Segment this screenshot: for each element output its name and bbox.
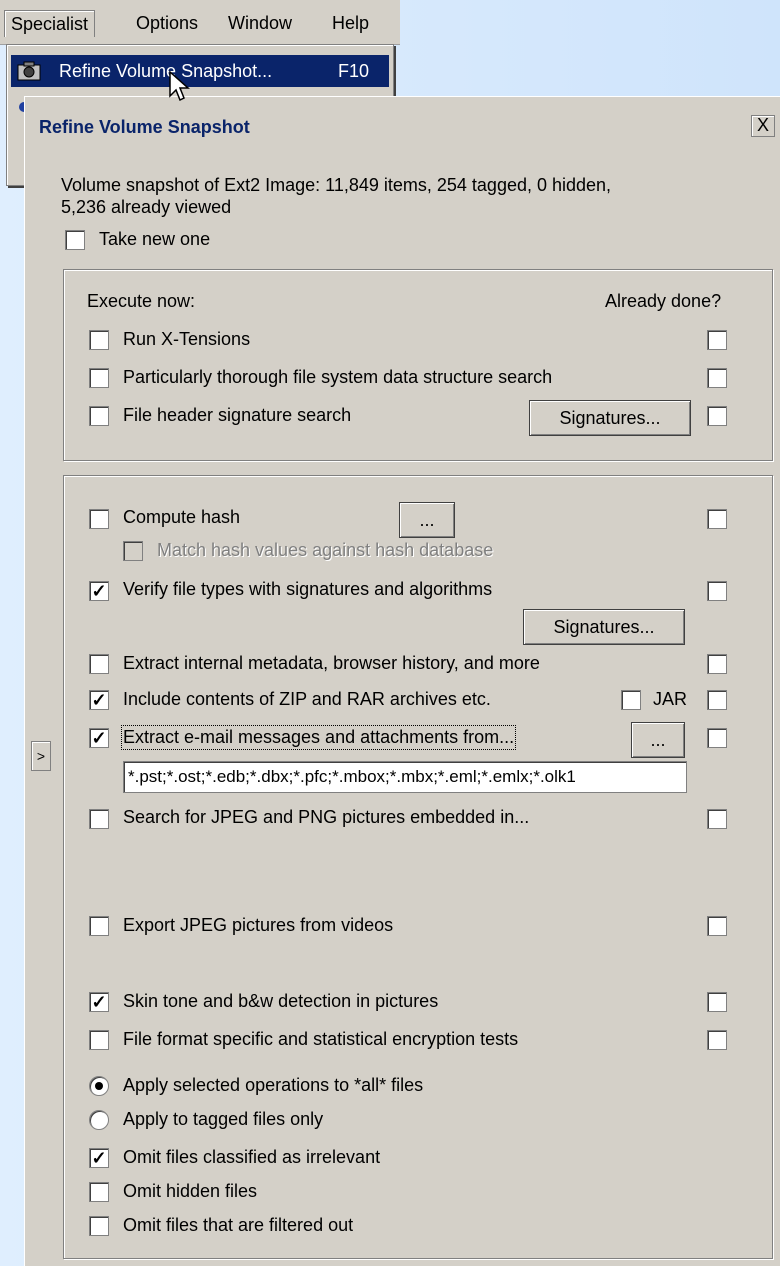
dialog-title-bar: Refine Volume Snapshot X	[25, 97, 780, 153]
snapshot-info-line2: 5,236 already viewed	[61, 197, 232, 217]
apply-tagged-label: Apply to tagged files only	[123, 1109, 324, 1129]
export-jpeg-label: Export JPEG pictures from videos	[123, 915, 394, 935]
extract-email-checkbox[interactable]: ✓	[89, 728, 109, 748]
menu-item-label: Refine Volume Snapshot...	[59, 61, 273, 81]
thorough-search-checkbox[interactable]	[89, 368, 109, 388]
export-jpeg-checkbox[interactable]	[89, 916, 109, 936]
match-hash-checkbox[interactable]	[123, 541, 143, 561]
already-done-heading: Already done?	[605, 291, 722, 311]
export-jpeg-done-checkbox[interactable]	[707, 916, 727, 936]
verify-file-types-label: Verify file types with signatures and al…	[123, 579, 493, 599]
thorough-search-label: Particularly thorough file system data s…	[123, 367, 553, 387]
file-header-signature-label: File header signature search	[123, 405, 352, 425]
omit-irrelevant-label: Omit files classified as irrelevant	[123, 1147, 381, 1167]
thorough-search-done-checkbox[interactable]	[707, 368, 727, 388]
menu-help[interactable]: Help	[326, 10, 375, 36]
execute-now-heading: Execute now:	[87, 291, 196, 311]
menu-item-refine-volume-snapshot[interactable]: Refine Volume Snapshot... F10	[11, 55, 389, 87]
skin-tone-label: Skin tone and b&w detection in pictures	[123, 991, 439, 1011]
encryption-tests-label: File format specific and statistical enc…	[123, 1029, 519, 1049]
omit-filtered-checkbox[interactable]	[89, 1216, 109, 1236]
encryption-tests-done-checkbox[interactable]	[707, 1030, 727, 1050]
close-button[interactable]: X	[751, 115, 775, 137]
omit-hidden-checkbox[interactable]	[89, 1182, 109, 1202]
search-jpeg-label: Search for JPEG and PNG pictures embedde…	[123, 807, 530, 827]
search-jpeg-checkbox[interactable]	[89, 809, 109, 829]
match-hash-label: Match hash values against hash database	[157, 540, 494, 560]
omit-filtered-label: Omit files that are filtered out	[123, 1215, 354, 1235]
verify-file-types-checkbox[interactable]: ✓	[89, 581, 109, 601]
menu-window[interactable]: Window	[222, 10, 298, 36]
apply-all-radio[interactable]	[89, 1076, 109, 1096]
menu-options[interactable]: Options	[130, 10, 204, 36]
menu-bar: Specialist Options Window Help	[0, 0, 400, 45]
extract-email-options-button[interactable]: ...	[631, 722, 685, 758]
jar-label: JAR	[653, 689, 688, 709]
email-patterns-input[interactable]: *.pst;*.ost;*.edb;*.dbx;*.pfc;*.mbox;*.m…	[123, 761, 687, 793]
skin-tone-checkbox[interactable]: ✓	[89, 992, 109, 1012]
file-header-signature-checkbox[interactable]	[89, 406, 109, 426]
compute-hash-checkbox[interactable]	[89, 509, 109, 529]
compute-hash-options-button[interactable]: ...	[399, 502, 455, 538]
refine-volume-snapshot-dialog: Refine Volume Snapshot X Volume snapshot…	[24, 96, 780, 1266]
extract-email-done-checkbox[interactable]	[707, 728, 727, 748]
verify-signatures-button[interactable]: Signatures...	[523, 609, 685, 645]
omit-irrelevant-checkbox[interactable]: ✓	[89, 1148, 109, 1168]
search-jpeg-done-checkbox[interactable]	[707, 809, 727, 829]
compute-hash-label: Compute hash	[123, 507, 241, 527]
run-xtensions-label: Run X-Tensions	[123, 329, 251, 349]
menu-item-shortcut: F10	[337, 61, 369, 81]
encryption-tests-checkbox[interactable]	[89, 1030, 109, 1050]
dialog-title: Refine Volume Snapshot	[39, 117, 250, 137]
apply-tagged-radio[interactable]	[89, 1110, 109, 1130]
run-xtensions-checkbox[interactable]	[89, 330, 109, 350]
take-new-checkbox[interactable]	[65, 230, 85, 250]
extract-metadata-checkbox[interactable]	[89, 654, 109, 674]
take-new-label: Take new one	[99, 229, 211, 249]
signatures-button[interactable]: Signatures...	[529, 400, 691, 436]
jar-checkbox[interactable]	[621, 690, 641, 710]
extract-email-label: Extract e-mail messages and attachments …	[120, 725, 517, 750]
skin-tone-done-checkbox[interactable]	[707, 992, 727, 1012]
expand-panel-button[interactable]: >	[31, 741, 51, 771]
run-xtensions-done-checkbox[interactable]	[707, 330, 727, 350]
include-zip-checkbox[interactable]: ✓	[89, 690, 109, 710]
verify-file-types-done-checkbox[interactable]	[707, 581, 727, 601]
mouse-pointer-icon	[169, 70, 190, 102]
include-zip-label: Include contents of ZIP and RAR archives…	[123, 689, 491, 709]
apply-all-label: Apply selected operations to *all* files	[123, 1075, 424, 1095]
camera-icon	[17, 61, 41, 81]
omit-hidden-label: Omit hidden files	[123, 1181, 258, 1201]
compute-hash-done-checkbox[interactable]	[707, 509, 727, 529]
radio-dot	[95, 1082, 103, 1090]
snapshot-info-line1: Volume snapshot of Ext2 Image: 11,849 it…	[61, 175, 612, 195]
file-header-signature-done-checkbox[interactable]	[707, 406, 727, 426]
include-zip-done-checkbox[interactable]	[707, 690, 727, 710]
extract-metadata-done-checkbox[interactable]	[707, 654, 727, 674]
menu-specialist[interactable]: Specialist	[4, 10, 96, 37]
extract-metadata-label: Extract internal metadata, browser histo…	[123, 653, 540, 673]
